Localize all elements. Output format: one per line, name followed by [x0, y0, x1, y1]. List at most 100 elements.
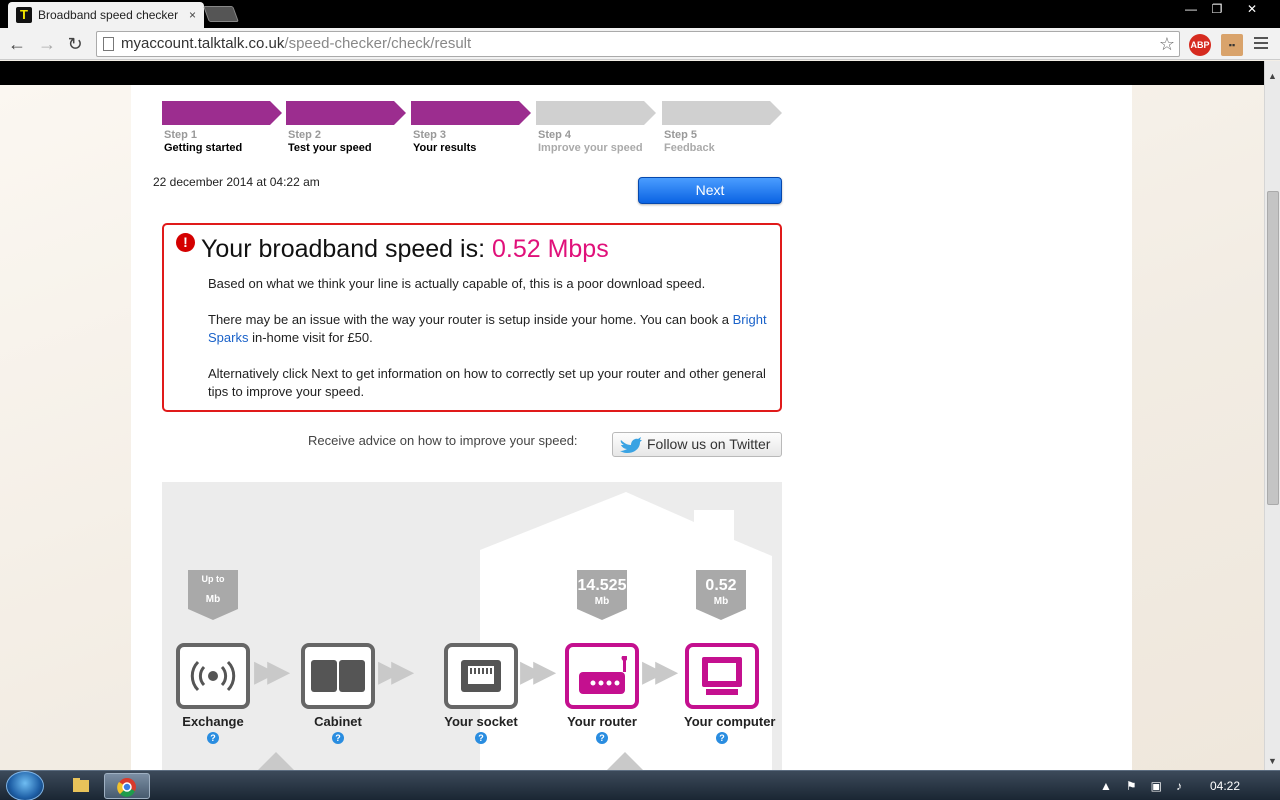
speed-headline: Your broadband speed is: 0.52 Mbps	[201, 235, 609, 264]
twitter-label: Follow us on Twitter	[647, 436, 771, 452]
step-1: Step 1 Getting started	[162, 101, 286, 154]
page-icon	[103, 37, 114, 51]
system-tray: ▲ ⚑ ▣ ♪ 04:22	[1100, 771, 1280, 800]
tab-title: Broadband speed checker	[38, 8, 179, 22]
node-router: Your router ?	[564, 643, 640, 744]
test-date: 22 december 2014 at 04:22 am	[153, 175, 320, 189]
url-domain: myaccount.talktalk.co.uk	[121, 35, 285, 52]
exchange-label: Exchange	[182, 714, 244, 729]
node-socket: Your socket ?	[443, 643, 519, 744]
volume-icon[interactable]: ♪	[1176, 779, 1182, 793]
explorer-taskbar-button[interactable]	[58, 773, 104, 799]
minimize-button[interactable]: —	[1178, 0, 1204, 18]
node-cabinet: Cabinet ?	[300, 643, 376, 744]
exchange-speed-badge: Up to Mb	[188, 570, 238, 620]
socket-help-icon[interactable]: ?	[475, 732, 487, 744]
reload-button[interactable]: ↻	[64, 33, 86, 55]
tab-close-icon[interactable]: ×	[189, 8, 196, 22]
step-5: Step 5 Feedback	[662, 101, 786, 154]
computer-icon	[702, 657, 742, 695]
step-5-name: Feedback	[664, 142, 715, 154]
adblock-extension-icon[interactable]: ABP	[1189, 34, 1211, 56]
cabinet-label: Cabinet	[314, 714, 362, 729]
arrow-icon: ▶▶	[378, 655, 414, 688]
window-controls: — ❐ ✕	[1178, 0, 1274, 18]
browser-tab[interactable]: T Broadband speed checker ×	[8, 2, 204, 28]
next-button[interactable]: Next	[638, 177, 782, 204]
tray-expand-icon[interactable]: ▲	[1100, 779, 1112, 793]
start-button[interactable]	[6, 771, 44, 800]
exchange-box	[176, 643, 250, 709]
twitter-bird-icon	[620, 437, 642, 453]
action-center-flag-icon[interactable]: ⚑	[1126, 779, 1137, 793]
step-3-number: Step 3	[413, 129, 447, 141]
step-1-number: Step 1	[164, 129, 198, 141]
back-button[interactable]: ←	[6, 33, 28, 55]
step-5-number: Step 5	[664, 129, 698, 141]
cabinet-box	[301, 643, 375, 709]
folder-icon	[73, 778, 89, 792]
router-badge-unit: Mb	[594, 596, 610, 607]
scrollbar-thumb[interactable]	[1267, 191, 1279, 505]
computer-badge-unit: Mb	[713, 596, 729, 607]
chrome-taskbar-button[interactable]	[104, 773, 150, 799]
para2-text-before: There may be an issue with the way your …	[208, 312, 733, 327]
result-paragraph-2: There may be an issue with the way your …	[208, 311, 774, 347]
step-4-number: Step 4	[538, 129, 572, 141]
step-3-name: Your results	[413, 142, 477, 154]
step-4-chevron	[536, 101, 656, 125]
computer-box	[685, 643, 759, 709]
scroll-down-icon[interactable]: ▼	[1268, 756, 1277, 766]
step-1-chevron	[162, 101, 282, 125]
step-4-name: Improve your speed	[538, 142, 643, 154]
step-5-chevron	[662, 101, 782, 125]
step-4: Step 4 Improve your speed	[536, 101, 660, 154]
arrow-icon: ▶▶	[642, 655, 678, 688]
page-scrollbar[interactable]: ▲ ▼	[1264, 61, 1280, 770]
lower-peak-icon	[607, 752, 643, 770]
follow-twitter-button[interactable]: Follow us on Twitter	[612, 432, 782, 457]
step-3-chevron	[411, 101, 531, 125]
new-tab-button[interactable]	[203, 6, 239, 22]
clock[interactable]: 04:22	[1210, 779, 1240, 793]
speed-value: 0.52 Mbps	[491, 235, 609, 263]
router-help-icon[interactable]: ?	[596, 732, 608, 744]
step-1-name: Getting started	[164, 142, 243, 154]
exchange-badge-top: Up to	[201, 574, 225, 584]
computer-label: Your computer	[684, 714, 776, 729]
socket-box	[444, 643, 518, 709]
arrow-icon: ▶▶	[254, 655, 290, 688]
para2-text-after: in-home visit for £50.	[248, 330, 373, 345]
step-3: Step 3 Your results	[411, 101, 535, 154]
cabinet-help-icon[interactable]: ?	[332, 732, 344, 744]
forward-button[interactable]: →	[36, 33, 58, 55]
advice-text: Receive advice on how to improve your sp…	[308, 433, 578, 448]
lower-peak-icon	[258, 752, 294, 770]
url-path: /speed-checker/check/result	[284, 35, 472, 52]
speed-result-panel: ! Your broadband speed is: 0.52 Mbps Bas…	[162, 223, 782, 412]
browser-titlebar: T Broadband speed checker × — ❐ ✕	[0, 0, 1280, 28]
network-icon[interactable]: ▣	[1151, 779, 1162, 793]
arrow-icon: ▶▶	[520, 655, 556, 688]
step-2-number: Step 2	[288, 129, 322, 141]
restore-button[interactable]: ❐	[1204, 0, 1230, 18]
bookmark-star-icon[interactable]: ☆	[1159, 32, 1175, 56]
computer-help-icon[interactable]: ?	[716, 732, 728, 744]
address-bar[interactable]: myaccount.talktalk.co.uk/speed-checker/c…	[96, 31, 1180, 57]
chrome-menu-icon[interactable]	[1254, 37, 1268, 52]
exchange-help-icon[interactable]: ?	[207, 732, 219, 744]
node-computer: Your computer ?	[684, 643, 776, 744]
scroll-up-icon[interactable]: ▲	[1268, 71, 1277, 81]
router-label: Your router	[567, 714, 637, 729]
connection-diagram: Up to Mb 14.525 Mb 0.52 Mb Exchange ? ▶▶…	[162, 482, 782, 782]
router-badge-value: 14.525	[577, 577, 627, 594]
node-exchange: Exchange ?	[175, 643, 251, 744]
extension-face-icon[interactable]: ▪▪	[1221, 34, 1243, 56]
step-2: Step 2 Test your speed	[286, 101, 410, 154]
close-window-button[interactable]: ✕	[1230, 0, 1274, 18]
socket-label: Your socket	[444, 714, 518, 729]
talktalk-favicon-icon: T	[16, 7, 32, 23]
exchange-badge-unit: Mb	[205, 594, 221, 605]
chrome-icon	[117, 778, 136, 797]
router-icon	[579, 656, 627, 694]
